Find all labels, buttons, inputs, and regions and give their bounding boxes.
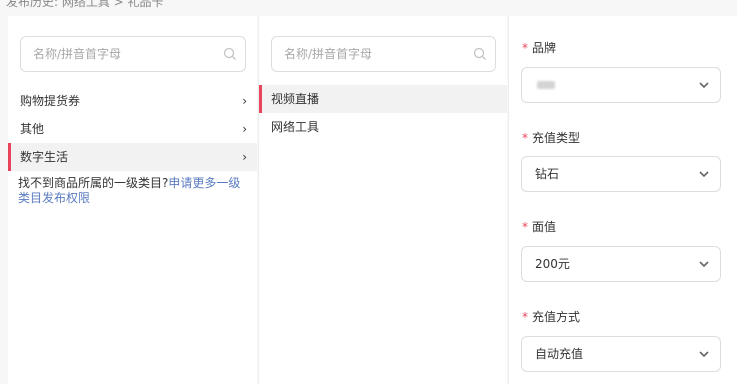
category-item-digital-life[interactable]: 数字生活 ›	[8, 143, 257, 171]
subcategory-label: 网络工具	[271, 120, 320, 134]
recharge-type-label: * 充值类型	[522, 131, 581, 145]
brand-label: * 品牌	[522, 41, 557, 55]
required-mark: *	[522, 310, 528, 324]
brand-select[interactable]	[521, 67, 721, 103]
category-item-other[interactable]: 其他 ›	[8, 115, 257, 143]
recharge-method-value: 自动充值	[535, 347, 584, 361]
chevron-down-icon	[699, 351, 709, 358]
level1-search-box[interactable]	[20, 36, 246, 72]
chevron-right-icon: ›	[242, 94, 247, 108]
breadcrumb: 发布历史: 网络工具 > 礼品卡	[6, 0, 164, 9]
recharge-method-select[interactable]: 自动充值	[521, 336, 721, 372]
subcategory-item-video-live[interactable]: 视频直播	[259, 85, 507, 113]
category-label: 购物提货券	[20, 94, 81, 108]
chevron-down-icon	[699, 82, 709, 89]
top-bar: 发布历史: 网络工具 > 礼品卡	[0, 0, 737, 12]
required-mark: *	[522, 131, 528, 145]
chevron-right-icon: ›	[242, 150, 247, 164]
chevron-down-icon	[699, 171, 709, 178]
chevron-right-icon: ›	[242, 122, 247, 136]
recharge-type-select[interactable]: 钻石	[521, 156, 721, 192]
face-value-select[interactable]: 200元	[521, 246, 721, 282]
category-column-level1: 购物提货券 › 其他 › 数字生活 › 找不到商品所属的一级类目?申请更多一级类…	[8, 16, 257, 384]
recharge-type-value: 钻石	[535, 167, 560, 181]
category-label: 其他	[20, 122, 45, 136]
search-icon[interactable]	[473, 47, 487, 61]
subcategory-label: 视频直播	[271, 92, 320, 106]
category-label: 数字生活	[20, 150, 69, 164]
notice-text: 找不到商品所属的一级类目?	[18, 176, 169, 190]
brand-value-redacted	[537, 81, 555, 89]
chevron-down-icon	[699, 261, 709, 268]
face-value-label: * 面值	[522, 220, 557, 234]
search-icon[interactable]	[223, 47, 237, 61]
product-attribute-form: * 品牌 * 充值类型 钻石 * 面值 200元 * 充值方式 自动充值	[508, 16, 737, 384]
required-mark: *	[522, 41, 528, 55]
level2-search-box[interactable]	[271, 36, 496, 72]
level1-search-input[interactable]	[21, 37, 245, 71]
recharge-method-label: * 充值方式	[522, 310, 581, 324]
face-value-value: 200元	[535, 257, 570, 271]
category-notice: 找不到商品所属的一级类目?申请更多一级类目发布权限	[18, 176, 250, 206]
category-column-level2: 视频直播 网络工具	[258, 16, 507, 384]
required-mark: *	[522, 220, 528, 234]
level2-search-input[interactable]	[272, 37, 495, 71]
subcategory-item-network-tools[interactable]: 网络工具	[259, 113, 507, 141]
category-item-shopping-voucher[interactable]: 购物提货券 ›	[8, 87, 257, 115]
